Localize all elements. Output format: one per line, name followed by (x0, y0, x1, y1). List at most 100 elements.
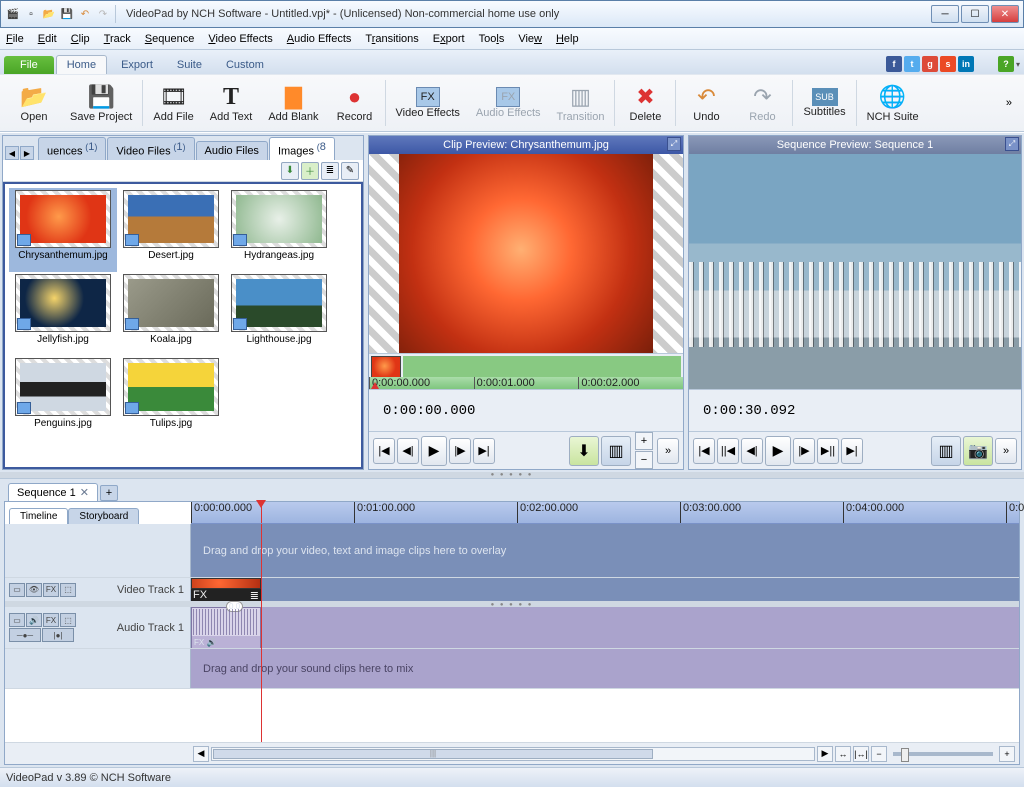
qa-undo-icon[interactable]: ↶ (77, 6, 93, 22)
seq-play-button[interactable]: ▶ (765, 436, 791, 466)
atrack-fx-icon[interactable]: FX (43, 613, 59, 627)
atrack-vol-icon[interactable]: ─●─ (9, 628, 41, 642)
seq-more-button[interactable]: » (995, 438, 1017, 464)
menu-sequence[interactable]: Sequence (145, 33, 195, 45)
bin-tab-prev[interactable]: ◀ (5, 146, 19, 160)
thumb-chrysanthemum[interactable]: Chrysanthemum.jpg (9, 188, 117, 272)
clip-zoom-in[interactable]: + (635, 432, 653, 450)
vtrack-fx-icon[interactable]: FX (43, 583, 59, 597)
view-timeline-tab[interactable]: Timeline (9, 508, 68, 524)
sequence-tab-close-icon[interactable]: ✕ (80, 486, 89, 499)
thumb-desert[interactable]: Desert.jpg (117, 188, 225, 272)
tool-undo[interactable]: ↶Undo (678, 76, 734, 130)
atrack-pan-icon[interactable]: |●| (42, 628, 74, 642)
help-icon[interactable]: ? (998, 56, 1014, 72)
tl-scroll-right[interactable]: ▶ (817, 746, 833, 762)
toolbar-overflow[interactable]: » (1000, 97, 1018, 109)
menu-view[interactable]: View (518, 33, 542, 45)
sequence-preview-expand[interactable]: ⤢ (1005, 137, 1019, 151)
tl-zoom-slider[interactable] (893, 752, 993, 756)
menu-video-effects[interactable]: Video Effects (208, 33, 272, 45)
thumb-penguins[interactable]: Penguins.jpg (9, 356, 117, 440)
thumb-lighthouse[interactable]: Lighthouse.jpg (225, 272, 333, 356)
vtrack-eye-icon[interactable]: 👁 (26, 583, 42, 597)
vtrack-show-icon[interactable]: ▭ (9, 583, 25, 597)
seq-stepback-button[interactable]: ◀| (741, 438, 763, 464)
clip-prev-button[interactable]: ◀| (397, 438, 419, 464)
menu-clip[interactable]: Clip (71, 33, 90, 45)
menu-transitions[interactable]: Transitions (365, 33, 418, 45)
atrack-solo-icon[interactable]: ⬚ (60, 613, 76, 627)
tl-zoom-fit[interactable]: ↔ (835, 746, 851, 762)
ribbon-tab-custom[interactable]: Custom (216, 56, 274, 74)
view-storyboard-tab[interactable]: Storyboard (68, 508, 139, 524)
clip-play-button[interactable]: ▶ (421, 436, 447, 466)
tool-subs[interactable]: SUBSubtitles (795, 76, 853, 130)
sequence-tab[interactable]: Sequence 1 ✕ (8, 483, 98, 501)
qa-open-icon[interactable]: 📂 (41, 6, 57, 22)
ribbon-tab-export[interactable]: Export (111, 56, 163, 74)
video-clip[interactable]: FX≣ (191, 578, 261, 601)
seq-end-button[interactable]: ▶| (841, 438, 863, 464)
tool-addtext[interactable]: TAdd Text (202, 76, 261, 130)
bin-add-button[interactable]: ⬇ (281, 162, 299, 180)
mix-track[interactable]: Drag and drop your sound clips here to m… (191, 649, 1019, 688)
clip-insert-button[interactable]: ⬇ (569, 436, 599, 466)
seq-start-button[interactable]: |◀ (693, 438, 715, 464)
qa-new-icon[interactable]: ▫ (23, 6, 39, 22)
thumb-tulips[interactable]: Tulips.jpg (117, 356, 225, 440)
ribbon-tab-suite[interactable]: Suite (167, 56, 212, 74)
tl-scrollbar[interactable]: ||| (211, 747, 815, 761)
minimize-button[interactable]: ─ (931, 5, 959, 23)
close-button[interactable]: ✕ (991, 5, 1019, 23)
twitter-icon[interactable]: t (904, 56, 920, 72)
menu-file[interactable]: File (6, 33, 24, 45)
thumb-koala[interactable]: Koala.jpg (117, 272, 225, 356)
tool-suite[interactable]: 🌐NCH Suite (859, 76, 927, 130)
tool-open[interactable]: 📂Open (6, 76, 62, 130)
menu-help[interactable]: Help (556, 33, 579, 45)
qa-save-icon[interactable]: 💾 (59, 6, 75, 22)
vtrack-lock-icon[interactable]: ⬚ (60, 583, 76, 597)
seq-nextframe-button[interactable]: ▶|| (817, 438, 839, 464)
bin-list-button[interactable]: ≣ (321, 162, 339, 180)
tl-zoom-sel[interactable]: |↔| (853, 746, 869, 762)
ribbon-tab-home[interactable]: Home (56, 55, 107, 74)
menu-export[interactable]: Export (433, 33, 465, 45)
video-track[interactable]: FX≣ (191, 578, 1019, 601)
bin-new-button[interactable]: ＋ (301, 162, 319, 180)
tool-addfile[interactable]: 🎞Add File (145, 76, 201, 130)
clip-next-button[interactable]: |▶ (449, 438, 471, 464)
atrack-show-icon[interactable]: ▭ (9, 613, 25, 627)
bin-tab-sequences[interactable]: uences (1) (38, 137, 106, 160)
tl-scroll-left[interactable]: ◀ (193, 746, 209, 762)
menu-track[interactable]: Track (104, 33, 131, 45)
facebook-icon[interactable]: f (886, 56, 902, 72)
audio-track[interactable]: 0.0 FX 🔊 (191, 607, 1019, 648)
thumb-jellyfish[interactable]: Jellyfish.jpg (9, 272, 117, 356)
sequence-add-button[interactable]: + (100, 485, 118, 501)
tl-zoom-in[interactable]: + (999, 746, 1015, 762)
tool-record[interactable]: ●Record (327, 76, 383, 130)
timeline-playhead[interactable] (261, 502, 262, 523)
timeline-ruler[interactable]: 0:00:00.0000:01:00.0000:02:00.0000:03:00… (191, 502, 1019, 524)
thumb-hydrangeas[interactable]: Hydrangeas.jpg (225, 188, 333, 272)
bin-tab-audio-files[interactable]: Audio Files (196, 141, 268, 160)
menu-audio-effects[interactable]: Audio Effects (287, 33, 352, 45)
clip-overlay-button[interactable]: ▥ (601, 436, 631, 466)
seq-split-button[interactable]: ▥ (931, 436, 961, 466)
overlay-track[interactable]: Drag and drop your video, text and image… (191, 524, 1019, 577)
seq-stepfwd-button[interactable]: |▶ (793, 438, 815, 464)
maximize-button[interactable]: ☐ (961, 5, 989, 23)
bin-tab-video-files[interactable]: Video Files (1) (107, 137, 194, 160)
linkedin-icon[interactable]: in (958, 56, 974, 72)
seq-snapshot-button[interactable]: 📷 (963, 436, 993, 466)
clip-more-button[interactable]: » (657, 438, 679, 464)
tl-zoom-out[interactable]: − (871, 746, 887, 762)
menu-tools[interactable]: Tools (479, 33, 505, 45)
atrack-speaker-icon[interactable]: 🔊 (26, 613, 42, 627)
clip-start-button[interactable]: |◀ (373, 438, 395, 464)
audio-clip[interactable]: 0.0 FX 🔊 (191, 607, 261, 648)
clip-mini-timeline[interactable]: 0:00:00.000 0:00:01.000 0:00:02.000 (369, 353, 683, 389)
clip-end-button[interactable]: ▶| (473, 438, 495, 464)
